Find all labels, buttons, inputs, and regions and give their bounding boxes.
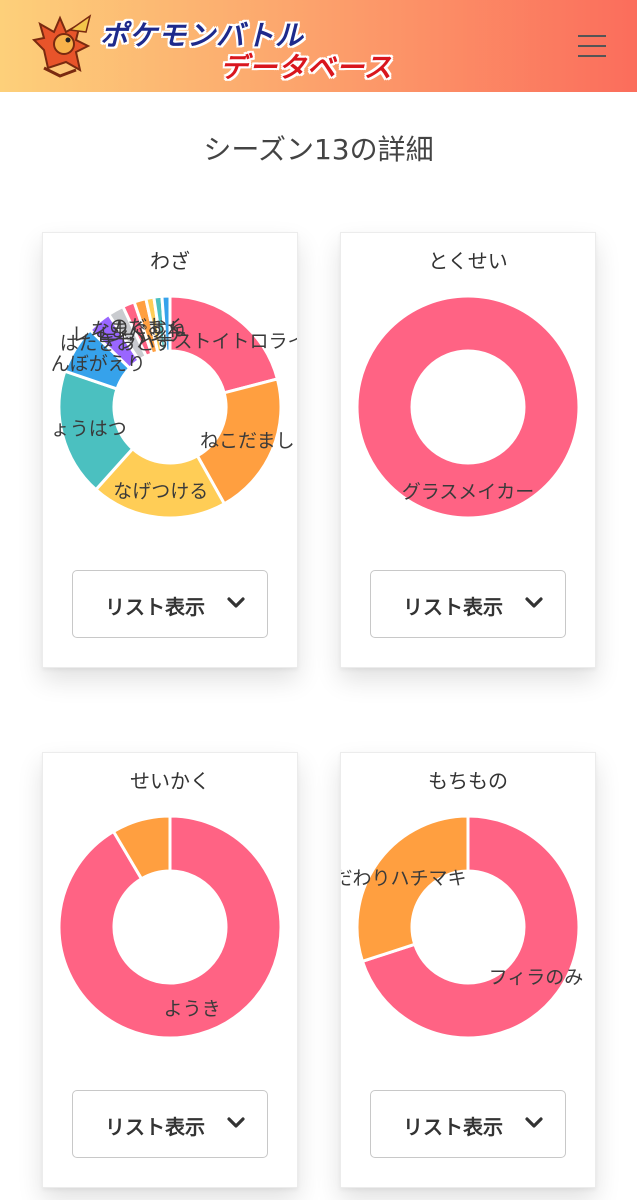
- waza-label-4: んぼがえり: [51, 353, 146, 375]
- seikaku-donut-chart[interactable]: ようき: [43, 809, 297, 1069]
- mochimono-donut-chart[interactable]: フィラのみ だわりハチマキ: [341, 809, 595, 1069]
- seikaku-label-0: ようき: [164, 998, 221, 1020]
- tokusei-donut-chart[interactable]: グラスメイカー: [341, 289, 595, 549]
- chevron-down-icon: [227, 1117, 245, 1128]
- waza-label-3: ょうはつ: [51, 418, 127, 440]
- dragon-logo-icon[interactable]: [30, 10, 102, 82]
- tokusei-list-button[interactable]: リスト表示: [370, 570, 566, 638]
- seikaku-card-title: せいかく: [130, 769, 210, 793]
- tokusei-card-title: とくせい: [428, 249, 508, 273]
- list-button-label: リスト表示: [105, 1115, 205, 1139]
- list-button-label: リスト表示: [403, 595, 503, 619]
- list-button-label: リスト表示: [105, 595, 205, 619]
- waza-list-button[interactable]: リスト表示: [72, 570, 268, 638]
- hamburger-menu-icon-bar: [578, 45, 606, 47]
- list-button-label: リスト表示: [403, 1115, 503, 1139]
- chevron-down-icon: [525, 1117, 543, 1128]
- waza-label-1: ねこだまし: [200, 430, 295, 452]
- mochimono-card-title: もちもの: [428, 769, 508, 793]
- waza-label-8: のだおく: [109, 316, 185, 338]
- page-title: シーズン13の詳細: [203, 133, 434, 166]
- waza-card: わざ テラバーストイトロライススねこだましなげつけるょうはつんぼがえりはたきおと…: [42, 232, 298, 668]
- seikaku-list-button[interactable]: リスト表示: [72, 1090, 268, 1158]
- mochimono-label-0: フィラのみ: [489, 966, 584, 988]
- mochimono-label-1: だわりハチマキ: [341, 868, 467, 890]
- tokusei-card: とくせい グラスメイカー リスト表示: [340, 232, 596, 668]
- hamburger-menu-button[interactable]: [572, 28, 612, 64]
- mochimono-card: もちもの フィラのみ だわりハチマキ リスト表示: [340, 752, 596, 1188]
- waza-label-2: なげつける: [113, 480, 208, 502]
- site-header: ポケモンバトル データベース: [0, 0, 637, 92]
- mochimono-list-button[interactable]: リスト表示: [370, 1090, 566, 1158]
- chevron-down-icon: [227, 597, 245, 608]
- hamburger-menu-icon-bar: [578, 55, 606, 57]
- waza-donut-chart[interactable]: テラバーストイトロライススねこだましなげつけるょうはつんぼがえりはたきおとすレイ…: [43, 289, 297, 549]
- chevron-down-icon: [525, 597, 543, 608]
- tokusei-label-0: グラスメイカー: [402, 481, 535, 503]
- logo-text-line2[interactable]: データベース: [220, 46, 393, 86]
- seikaku-card: せいかく ようき リスト表示: [42, 752, 298, 1188]
- waza-card-title: わざ: [150, 249, 190, 273]
- hamburger-menu-icon: [578, 35, 606, 37]
